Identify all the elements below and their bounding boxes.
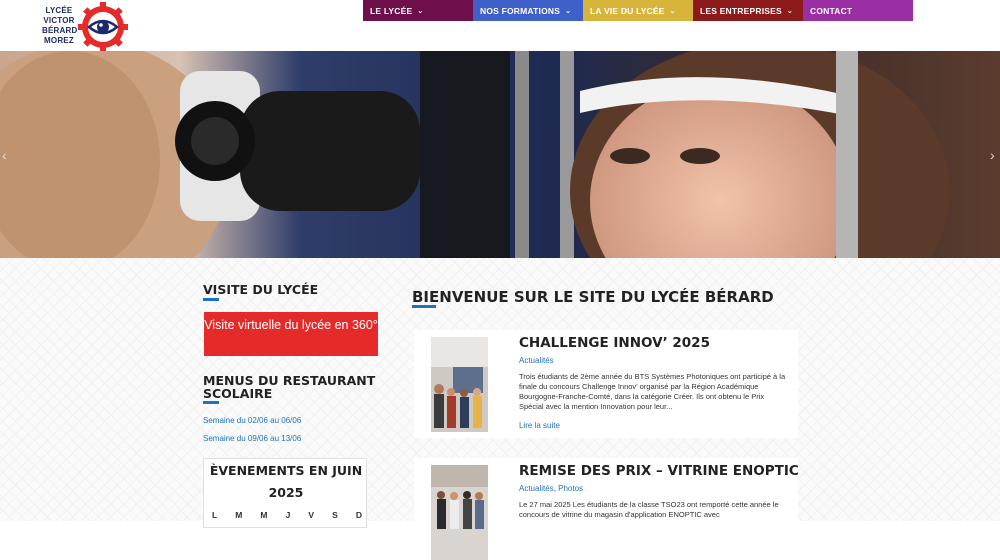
site-header: LYCÉE VICTOR BÉRARD MOREZ LE LYCÉE ⌄ NOS… — [0, 0, 1000, 52]
post-title[interactable]: REMISE DES PRIX – VITRINE ENOPTIC — [519, 463, 799, 479]
visit-title: VISITE DU LYCÉE — [203, 282, 319, 297]
post-card: REMISE DES PRIX – VITRINE ENOPTIC Actual… — [414, 458, 799, 560]
slider-prev-arrow-icon[interactable]: ‹ — [2, 147, 7, 163]
gear-eye-logo-icon — [78, 2, 128, 52]
site-logo[interactable]: LYCÉE VICTOR BÉRARD MOREZ — [42, 2, 132, 52]
nav-nos-formations[interactable]: NOS FORMATIONS ⌄ — [473, 0, 583, 21]
post-card: CHALLENGE INNOV’ 2025 Actualités Trois é… — [414, 330, 798, 438]
post-excerpt: Le 27 mai 2025 Les étudiants de la class… — [519, 500, 779, 519]
chevron-down-icon: ⌄ — [417, 7, 424, 15]
post-excerpt: Trois étudiants de 2ème année du BTS Sys… — [519, 372, 786, 411]
logo-text: LYCÉE VICTOR BÉRARD MOREZ — [42, 6, 78, 45]
hero-illustration — [0, 51, 1000, 258]
page-title: BIENVENUE SUR LE SITE DU LYCÉE BÉRARD — [412, 288, 774, 306]
post-title[interactable]: CHALLENGE INNOV’ 2025 — [519, 335, 710, 351]
chevron-down-icon: ⌄ — [669, 7, 676, 15]
menus-title: MENUS DU RESTAURANT SCOLAIRE — [203, 373, 376, 401]
chevron-down-icon: ⌄ — [786, 7, 793, 15]
hero-banner-image: ‹ › — [0, 51, 1000, 258]
post-category[interactable]: Photos — [558, 484, 583, 493]
title-underline — [412, 305, 436, 308]
main-nav: LE LYCÉE ⌄ NOS FORMATIONS ⌄ LA VIE DU LYCÉ… — [363, 0, 913, 21]
nav-le-lycee[interactable]: LE LYCÉE ⌄ — [363, 0, 473, 21]
slider-next-arrow-icon[interactable]: › — [990, 147, 995, 163]
post-photo — [431, 465, 488, 560]
post-categories: Actualités, Photos — [519, 484, 584, 493]
nav-les-entreprises[interactable]: LES ENTREPRISES ⌄ — [693, 0, 803, 21]
post-thumbnail[interactable] — [431, 337, 488, 432]
events-title: ÈVENEMENTS EN JUIN — [209, 463, 363, 478]
menu-link-week-1[interactable]: Semaine du 02/06 au 06/06 — [203, 416, 301, 425]
post-thumbnail[interactable] — [431, 465, 488, 560]
menu-link-week-2[interactable]: Semaine du 09/06 au 13/06 — [203, 434, 301, 443]
events-year: 2025 — [268, 485, 304, 500]
post-photo — [431, 337, 488, 432]
post-category[interactable]: Actualités — [519, 484, 554, 493]
post-category[interactable]: Actualités — [519, 356, 554, 365]
calendar-weekdays: L M M J V S D — [212, 510, 362, 520]
nav-la-vie-du-lycee[interactable]: LA VIE DU LYCÉE ⌄ — [583, 0, 693, 21]
title-underline — [203, 401, 219, 404]
chevron-down-icon: ⌄ — [565, 7, 572, 15]
nav-contact[interactable]: CONTACT — [803, 0, 913, 21]
read-more-link[interactable]: Lire la suite — [519, 421, 560, 430]
virtual-visit-button[interactable]: Visite virtuelle du lycée en 360° — [204, 312, 378, 356]
title-underline — [203, 298, 219, 301]
events-calendar: ÈVENEMENTS EN JUIN 2025 L M M J V S D — [203, 458, 367, 528]
